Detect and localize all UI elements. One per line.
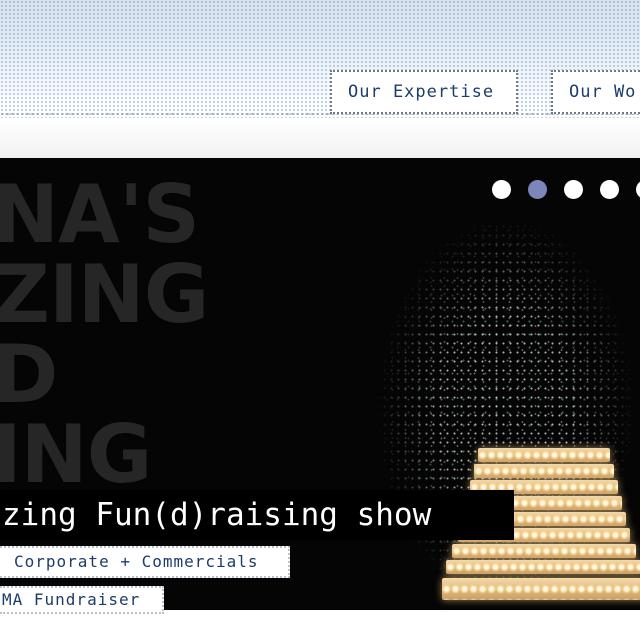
slide-headline: zing Fun(d)raising show [0,490,514,540]
carousel-indicators [492,180,640,199]
hero-slideshow[interactable]: NA'S ZING D ING [0,158,640,610]
spacer [0,118,640,158]
header-divider [0,112,640,116]
marquee-line-1: NA'S [0,168,200,261]
nav-label: Our Wo [569,82,637,102]
carousel-dot-4[interactable] [600,180,619,199]
carousel-dot-1[interactable] [492,180,511,199]
marquee-line-4: ING [0,408,152,501]
carousel-dot-3[interactable] [564,180,583,199]
header-banner [0,0,640,118]
project-tag[interactable]: MA Fundraiser [0,586,164,614]
page-bottom [0,614,640,640]
carousel-dot-2[interactable] [528,180,547,199]
carousel-dot-5[interactable] [636,180,640,199]
nav-our-expertise[interactable]: Our Expertise [330,70,518,114]
marquee-line-2: ZING [0,248,209,341]
nav-our-work[interactable]: Our Wo [551,70,640,114]
category-tag[interactable]: Corporate + Commercials [0,546,290,578]
marquee-line-3: D [0,328,58,421]
nav-label: Our Expertise [348,82,495,102]
